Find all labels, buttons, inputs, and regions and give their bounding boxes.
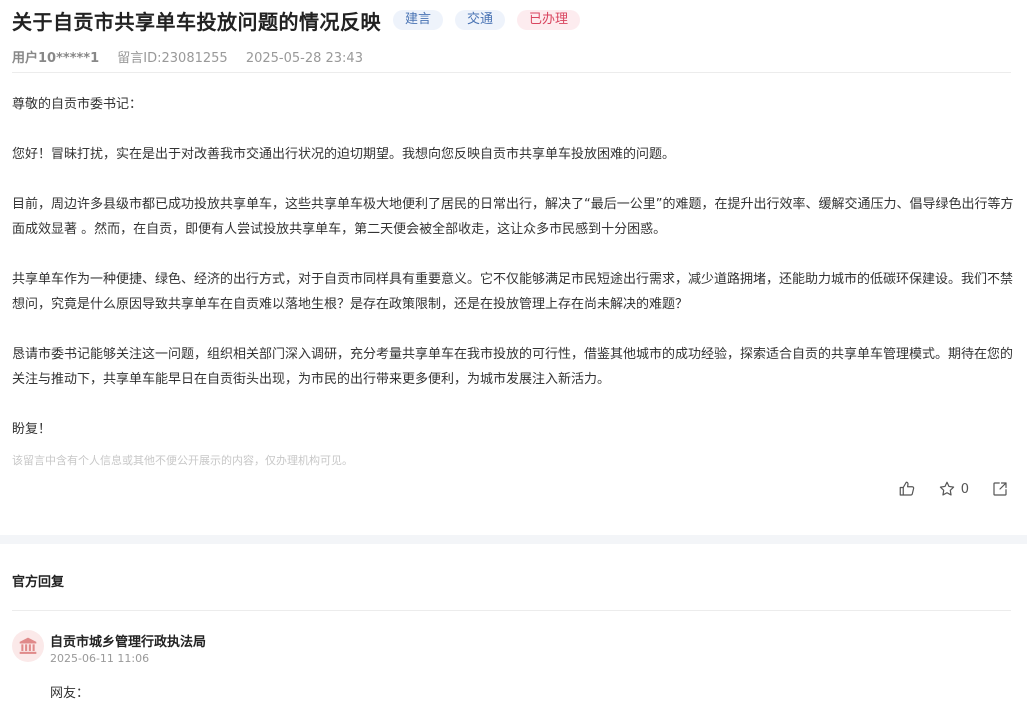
reply-org-name: 自贡市城乡管理行政执法局 bbox=[50, 635, 207, 650]
paragraph-closing: 盼复！ bbox=[12, 422, 52, 437]
post-datetime: 2025-05-28 23:43 bbox=[245, 51, 363, 66]
page-title: 关于自贡市共享单车投放问题的情况反映 bbox=[12, 9, 381, 34]
title-row: 关于自贡市共享单车投放问题的情况反映 建言 交通 已办理 bbox=[12, 4, 581, 36]
tag-traffic[interactable]: 交通 bbox=[455, 10, 506, 30]
section-separator bbox=[0, 535, 1027, 544]
thumbs-up-icon bbox=[899, 481, 914, 496]
paragraph-significance: 共享单车作为一种便捷、绿色、经济的出行方式，对于自贡市同样具有重要意义。它不仅能… bbox=[12, 272, 1014, 312]
status-badge: 已办理 bbox=[517, 10, 581, 30]
author-name: 用户10*****1 bbox=[12, 51, 100, 66]
post-meta: 用户10*****1 留言ID:23081255 2025-05-28 23:4… bbox=[12, 47, 377, 66]
paragraph-salutation: 尊敬的自贡市委书记： bbox=[12, 97, 143, 112]
tag-suggestion[interactable]: 建言 bbox=[393, 10, 444, 30]
divider bbox=[12, 610, 1011, 611]
divider bbox=[12, 72, 1011, 73]
favorite-button[interactable]: 0 bbox=[938, 480, 969, 498]
share-icon bbox=[993, 482, 1007, 496]
paragraph-greeting: 您好！冒昧打扰，实在是出于对改善我市交通出行状况的迫切期望。我想向您反映自贡市共… bbox=[12, 147, 676, 162]
paragraph-situation: 目前，周边许多县级市都已成功投放共享单车，这些共享单车极大地便利了居民的日常出行… bbox=[12, 197, 1014, 237]
star-icon bbox=[939, 481, 954, 496]
reply-greeting: 网友： bbox=[50, 686, 90, 701]
favorite-count: 0 bbox=[960, 481, 969, 497]
message-detail-page: 关于自贡市共享单车投放问题的情况反映 建言 交通 已办理 用户10*****1 … bbox=[0, 0, 1027, 701]
message-id: 留言ID:23081255 bbox=[117, 51, 228, 66]
paragraph-request: 恳请市委书记能够关注这一问题，组织相关部门深入调研，充分考量共享单车在我市投放的… bbox=[12, 347, 1014, 387]
like-button[interactable] bbox=[898, 480, 916, 498]
reply-datetime: 2025-06-11 11:06 bbox=[50, 652, 150, 665]
privacy-notice: 该留言中含有个人信息或其他不便公开展示的内容，仅办理机构可见。 bbox=[12, 454, 353, 467]
share-button[interactable] bbox=[991, 480, 1009, 498]
official-reply-heading: 官方回复 bbox=[12, 575, 65, 590]
message-body: 尊敬的自贡市委书记： 您好！冒昧打扰，实在是出于对改善我市交通出行状况的迫切期望… bbox=[12, 92, 1015, 442]
post-actions: 0 bbox=[876, 478, 1009, 500]
org-avatar bbox=[12, 630, 44, 662]
government-building-icon bbox=[19, 637, 37, 654]
